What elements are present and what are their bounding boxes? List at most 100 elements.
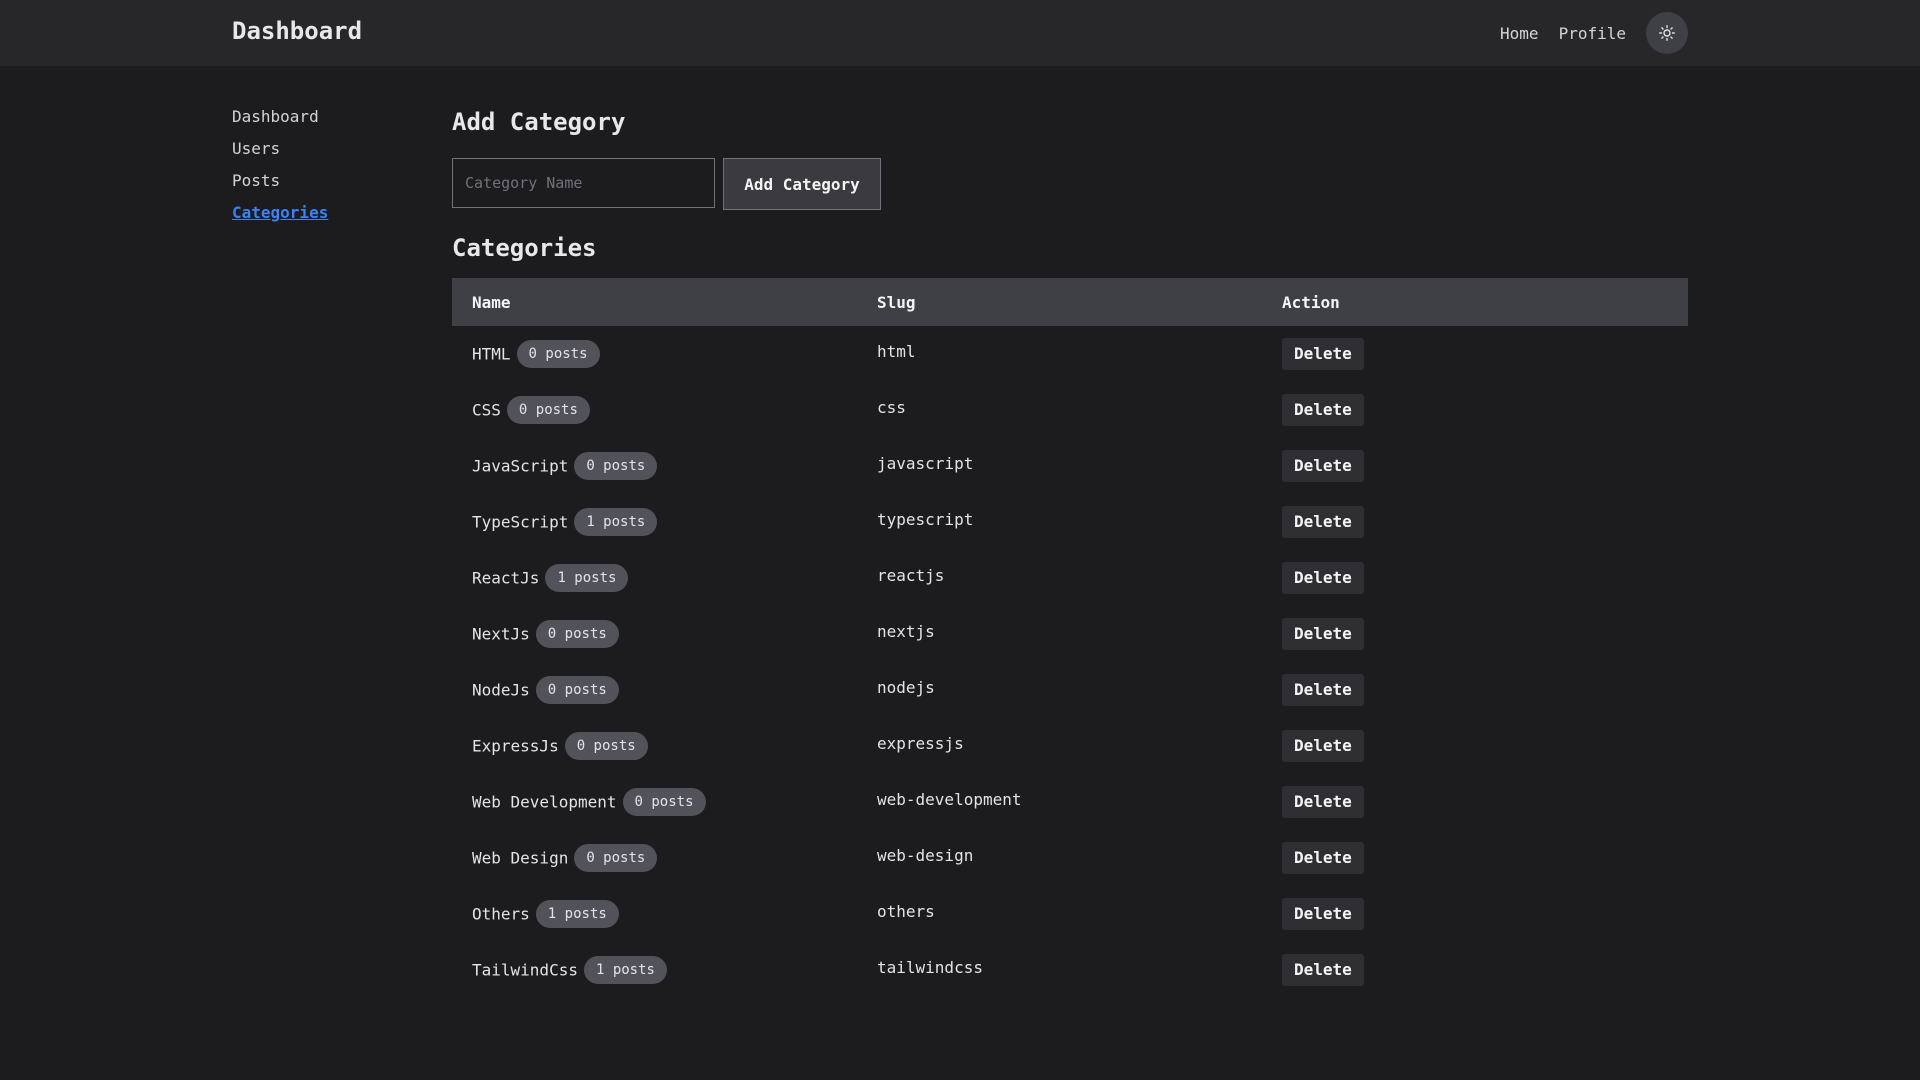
sidebar-item-users[interactable]: Users (232, 138, 432, 170)
category-slug: nodejs (877, 677, 935, 697)
post-count-badge: 1 posts (545, 564, 629, 592)
top-navbar: Dashboard Home Profile (0, 0, 1920, 66)
table-row: Web Development 0 posts web-development Del… (452, 774, 1688, 830)
table-row: Others 1 posts others Delete (452, 886, 1688, 942)
post-count-badge: 0 posts (574, 452, 658, 480)
category-name-cell: Web Development 0 posts (452, 774, 857, 830)
add-category-heading: Add Category (452, 108, 626, 136)
delete-button[interactable]: Delete (1282, 394, 1364, 426)
category-action-cell: Delete (1262, 886, 1688, 942)
sidebar: Dashboard Users Posts Categories (232, 106, 432, 234)
category-name-cell: TypeScript 1 posts (452, 494, 857, 550)
delete-button[interactable]: Delete (1282, 730, 1364, 762)
post-count-badge: 0 posts (506, 396, 590, 424)
table-row: NextJs 0 posts nextjs Delete (452, 606, 1688, 662)
table-row: ExpressJs 0 posts expressjs Delete (452, 718, 1688, 774)
table-row: TypeScript 1 posts typescript Delete (452, 494, 1688, 550)
category-slug: html (877, 341, 916, 361)
post-count-badge: 0 posts (564, 732, 648, 760)
delete-button[interactable]: Delete (1282, 954, 1364, 986)
category-action-cell: Delete (1262, 942, 1688, 998)
delete-button[interactable]: Delete (1282, 450, 1364, 482)
category-action-cell: Delete (1262, 494, 1688, 550)
category-name: Web Design (472, 848, 569, 868)
table-row: CSS 0 posts css Delete (452, 382, 1688, 438)
post-count-badge: 0 posts (516, 340, 600, 368)
nav-home-link[interactable]: Home (1500, 24, 1539, 43)
post-count-badge: 0 posts (535, 620, 619, 648)
category-name: Web Development (472, 792, 617, 812)
delete-button[interactable]: Delete (1282, 898, 1364, 930)
delete-button[interactable]: Delete (1282, 786, 1364, 818)
category-name-cell: TailwindCss 1 posts (452, 942, 857, 998)
category-name-cell: ReactJs 1 posts (452, 550, 857, 606)
column-header-name: Name (472, 292, 511, 312)
table-row: HTML 0 posts html Delete (452, 326, 1688, 382)
category-name: CSS (472, 400, 501, 420)
category-slug: web-design (877, 845, 974, 865)
category-name: Others (472, 904, 530, 924)
category-slug: expressjs (877, 733, 964, 753)
category-name: TypeScript (472, 512, 569, 532)
category-name-input[interactable] (452, 158, 715, 208)
sidebar-item-dashboard[interactable]: Dashboard (232, 106, 432, 138)
category-name-cell: JavaScript 0 posts (452, 438, 857, 494)
category-name-cell: Others 1 posts (452, 886, 857, 942)
category-action-cell: Delete (1262, 662, 1688, 718)
post-count-badge: 1 posts (574, 508, 658, 536)
category-name: TailwindCss (472, 960, 578, 980)
category-name: HTML (472, 344, 511, 364)
delete-button[interactable]: Delete (1282, 562, 1364, 594)
table-row: NodeJs 0 posts nodejs Delete (452, 662, 1688, 718)
category-action-cell: Delete (1262, 438, 1688, 494)
post-count-badge: 0 posts (535, 676, 619, 704)
category-slug: typescript (877, 509, 974, 529)
post-count-badge: 1 posts (535, 900, 619, 928)
category-name-cell: ExpressJs 0 posts (452, 718, 857, 774)
category-action-cell: Delete (1262, 606, 1688, 662)
category-slug: reactjs (877, 565, 945, 585)
delete-button[interactable]: Delete (1282, 506, 1364, 538)
category-action-cell: Delete (1262, 718, 1688, 774)
table-row: ReactJs 1 posts reactjs Delete (452, 550, 1688, 606)
column-header-action: Action (1282, 292, 1340, 312)
category-name-cell: HTML 0 posts (452, 326, 857, 382)
category-name: NodeJs (472, 680, 530, 700)
nav-profile-link[interactable]: Profile (1559, 24, 1626, 43)
category-name: NextJs (472, 624, 530, 644)
add-category-form: Add Category (452, 158, 1688, 210)
delete-button[interactable]: Delete (1282, 338, 1364, 370)
category-action-cell: Delete (1262, 326, 1688, 382)
table-row: JavaScript 0 posts javascript Delete (452, 438, 1688, 494)
sidebar-item-categories[interactable]: Categories (232, 202, 432, 234)
category-slug: javascript (877, 453, 974, 473)
post-count-badge: 0 posts (574, 844, 658, 872)
category-name: JavaScript (472, 456, 569, 476)
category-slug: others (877, 901, 935, 921)
delete-button[interactable]: Delete (1282, 674, 1364, 706)
category-slug: nextjs (877, 621, 935, 641)
main-content: Add Category Add Category Categories Nam… (452, 106, 1688, 998)
brand-title[interactable]: Dashboard (232, 17, 362, 45)
table-header-row: Name Slug Action (452, 278, 1688, 326)
category-name: ExpressJs (472, 736, 559, 756)
category-slug: web-development (877, 789, 1022, 809)
category-action-cell: Delete (1262, 550, 1688, 606)
categories-heading: Categories (452, 234, 597, 262)
theme-toggle-button[interactable] (1646, 12, 1688, 54)
categories-table: Name Slug Action HTML 0 posts html Delete CS… (452, 278, 1688, 998)
category-name-cell: NodeJs 0 posts (452, 662, 857, 718)
delete-button[interactable]: Delete (1282, 618, 1364, 650)
table-row: TailwindCss 1 posts tailwindcss Delete (452, 942, 1688, 998)
delete-button[interactable]: Delete (1282, 842, 1364, 874)
category-slug: tailwindcss (877, 957, 983, 977)
category-slug: css (877, 397, 906, 417)
post-count-badge: 1 posts (583, 956, 667, 984)
column-header-slug: Slug (877, 292, 916, 312)
add-category-button[interactable]: Add Category (723, 158, 881, 210)
sidebar-item-posts[interactable]: Posts (232, 170, 432, 202)
table-row: Web Design 0 posts web-design Delete (452, 830, 1688, 886)
top-nav: Home Profile (1500, 12, 1688, 54)
sun-icon (1659, 25, 1675, 41)
table-body: HTML 0 posts html Delete CSS 0 posts css Delete… (452, 326, 1688, 998)
